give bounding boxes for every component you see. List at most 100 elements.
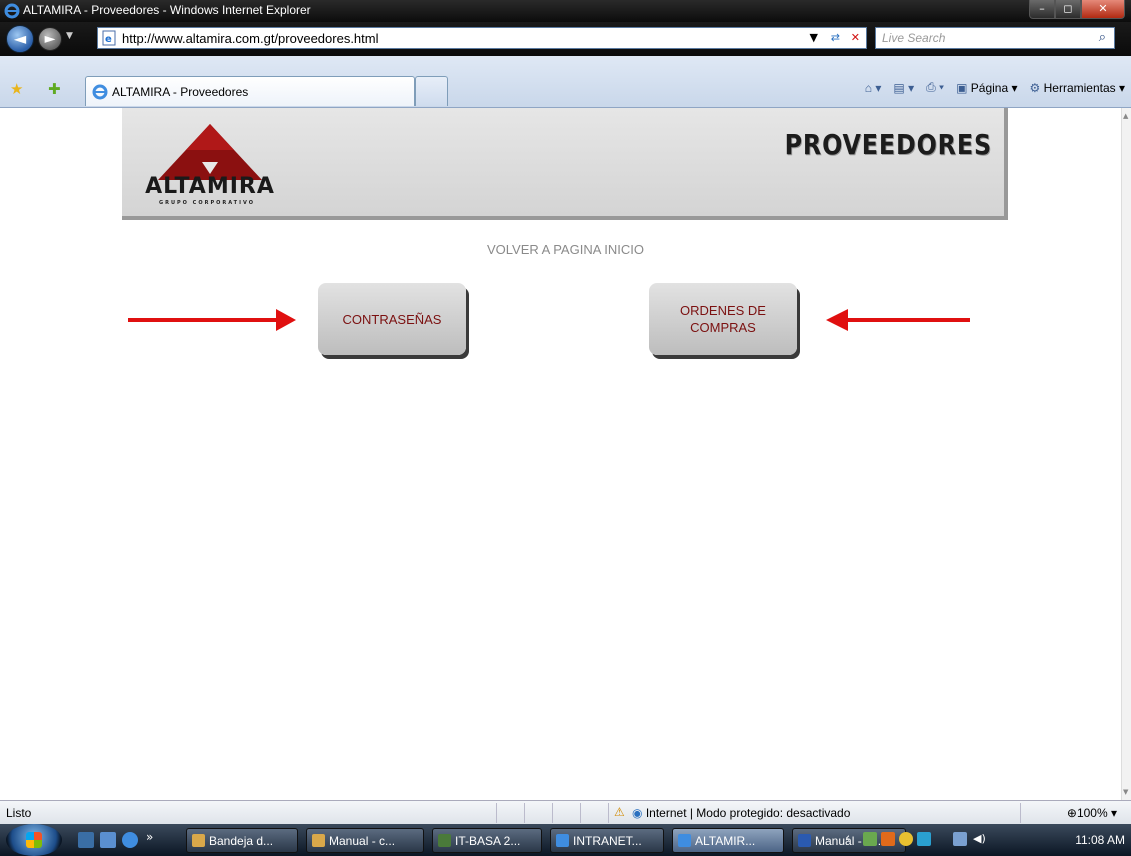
status-divider [608,803,609,823]
vertical-scrollbar[interactable]: ▲ ▼ [1121,108,1131,800]
taskbar-item-label: ALTAMIR... [695,834,756,848]
red-arrow-right-shaft [848,318,970,322]
ie-quicklaunch-icon[interactable] [122,832,138,848]
svg-text:e: e [105,34,112,45]
taskbar-item[interactable]: Bandeja d... [186,828,298,853]
back-button[interactable]: ◄ [6,25,34,53]
red-arrow-left-shaft [128,318,276,322]
window-title: ALTAMIRA - Proveedores - Windows Interne… [23,3,311,17]
switch-windows-icon[interactable] [100,832,116,848]
page-icon: e [102,30,116,46]
back-to-home-link[interactable]: VOLVER A PAGINA INICIO [0,242,1131,257]
scroll-down-icon[interactable]: ▼ [1123,788,1128,796]
forward-button[interactable]: ► [38,27,62,51]
status-divider [580,803,581,823]
tab-row: ★ ✚ ALTAMIRA - Proveedores ⌂ ▾ ▤ ▾ ⎙ ▾ ▣… [0,56,1131,108]
tray-app-icon[interactable] [863,832,877,846]
print-icon[interactable]: ⎙ ▾ [926,80,944,95]
taskbar-item[interactable]: IT-BASA 2... [432,828,542,853]
taskbar: » Bandeja d... Manual - c... IT-BASA 2..… [0,824,1131,856]
new-tab-button[interactable] [415,76,448,106]
clock[interactable]: 11:08 AM [1075,833,1125,847]
taskbar-item-label: IT-BASA 2... [455,834,521,848]
taskbar-item-label: INTRANET... [573,834,642,848]
tray-app-icon[interactable] [881,832,895,846]
page-menu-icon: ▣ [956,80,968,95]
ordenes-button-line1: ORDENES DE [680,303,766,318]
ie-icon [556,834,569,847]
url-text[interactable]: http://www.altamira.com.gt/proveedores.h… [122,31,379,46]
page-title: PROVEEDORES [784,128,992,161]
taskbar-item[interactable]: ALTAMIR... [672,828,784,853]
header-banner: ALTAMIRA GRUPO CORPORATIVO PROVEEDORES [122,108,1008,220]
taskbar-item[interactable]: Manual - c... [306,828,424,853]
start-button[interactable] [6,824,62,856]
favorites-star-icon[interactable]: ★ [10,80,23,98]
ordenes-de-compras-button[interactable]: ORDENES DE COMPRAS [649,283,797,355]
zoom-control[interactable]: ⊕100% ▾ [1067,806,1117,820]
tray-app-icon[interactable] [917,832,931,846]
history-dropdown-icon[interactable]: ▼ [66,31,73,41]
contrasenas-button[interactable]: CONTRASEÑAS [318,283,466,355]
taskbar-item[interactable]: INTRANET... [550,828,664,853]
gear-icon: ⚙ [1029,80,1041,95]
tab-label: ALTAMIRA - Proveedores [112,85,249,99]
status-divider [524,803,525,823]
tab-altamira-proveedores[interactable]: ALTAMIRA - Proveedores [85,76,415,106]
mail-icon [192,834,205,847]
ie-icon [678,834,691,847]
address-dropdown-icon[interactable]: ▼ [810,31,818,44]
add-favorites-icon[interactable]: ✚ [48,80,61,98]
mail-icon [312,834,325,847]
status-bar: Listo ⚠ ◉ Internet | Modo protegido: des… [0,800,1131,824]
status-divider [496,803,497,823]
red-arrow-right-pointing-icon [276,309,296,331]
show-desktop-icon[interactable] [78,832,94,848]
ie-logo-icon [4,3,20,19]
taskbar-item-label: Manual - c... [329,834,396,848]
protected-mode-icon[interactable]: ⚠ [614,805,625,819]
status-text: Listo [6,806,32,820]
tray-expand-icon[interactable]: ‹ [845,831,850,846]
word-icon [798,834,811,847]
maximize-button[interactable]: ◻ [1055,0,1081,19]
globe-icon: ◉ [632,806,643,820]
volume-icon[interactable]: ◀) [973,832,986,845]
tools-menu[interactable]: ⚙ Herramientas ▾ [1030,81,1126,95]
system-tray: ‹ ◀) 11:08 AM [835,826,1131,854]
spreadsheet-icon [438,834,451,847]
search-placeholder: Live Search [882,31,946,45]
close-button[interactable]: ✕ [1081,0,1125,19]
tray-app-icon[interactable] [899,832,913,846]
status-divider [1020,803,1021,823]
zoom-icon: ⊕ [1066,806,1077,820]
status-divider [552,803,553,823]
search-box[interactable]: Live Search ⌕ [875,27,1115,49]
security-zone[interactable]: ◉ Internet | Modo protegido: desactivado [632,806,850,820]
address-row: ◄ ► ▼ e http://www.altamira.com.gt/prove… [0,22,1131,56]
network-icon[interactable] [953,832,967,846]
logo-subtext: GRUPO CORPORATIVO [159,200,255,206]
windows-logo-icon [26,832,42,848]
tools-menu-label: Herramientas [1043,80,1116,95]
window-titlebar: ALTAMIRA - Proveedores - Windows Interne… [0,0,1131,22]
ie-page-icon [92,84,108,100]
red-arrow-left-pointing-icon [826,309,848,331]
home-icon[interactable]: ⌂ ▾ [865,81,882,95]
stop-icon[interactable]: ✕ [851,31,860,44]
page-content: ALTAMIRA GRUPO CORPORATIVO PROVEEDORES V… [0,108,1121,800]
ordenes-button-line2: COMPRAS [690,320,756,335]
refresh-icon[interactable]: ⇄ [831,31,840,44]
feeds-icon[interactable]: ▤ ▾ [893,81,914,95]
scroll-up-icon[interactable]: ▲ [1123,112,1128,120]
page-menu-label: Página [970,80,1009,95]
zoom-level: 100% [1076,806,1108,820]
page-menu[interactable]: ▣ Página ▾ [956,81,1017,95]
search-icon[interactable]: ⌕ [1099,30,1106,45]
taskbar-item-label: Bandeja d... [209,834,274,848]
address-bar[interactable]: e http://www.altamira.com.gt/proveedores… [97,27,867,49]
security-zone-label: Internet | Modo protegido: desactivado [645,806,851,820]
quicklaunch-overflow-icon[interactable]: » [146,830,153,844]
logo-text: ALTAMIRA [145,174,275,199]
minimize-button[interactable]: – [1029,0,1055,19]
